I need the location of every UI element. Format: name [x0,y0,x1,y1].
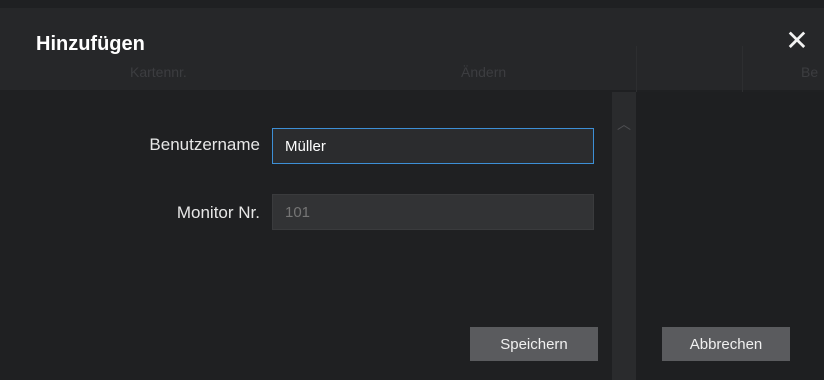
background-column-partial: Be [801,64,819,80]
username-label: Benutzername [149,135,260,154]
save-button[interactable]: Speichern [470,327,598,361]
dialog-title: Hinzufügen [36,33,145,55]
monitor-number-label: Monitor Nr. [176,203,260,222]
background-column-card-number: Kartennr. [130,64,187,80]
background-column-edit: Ändern [461,64,507,80]
close-icon[interactable]: ✕ [782,26,812,56]
dialog: Kartennr. Ändern Be Hinzufügen ✕ ︿ Benut… [0,0,824,380]
scroll-up-icon[interactable]: ︿ [612,112,636,136]
username-input[interactable] [272,128,594,164]
monitor-number-input[interactable] [272,194,594,230]
cancel-button[interactable]: Abbrechen [662,327,790,361]
dialog-header: Kartennr. Ändern Be Hinzufügen ✕ [0,8,824,100]
